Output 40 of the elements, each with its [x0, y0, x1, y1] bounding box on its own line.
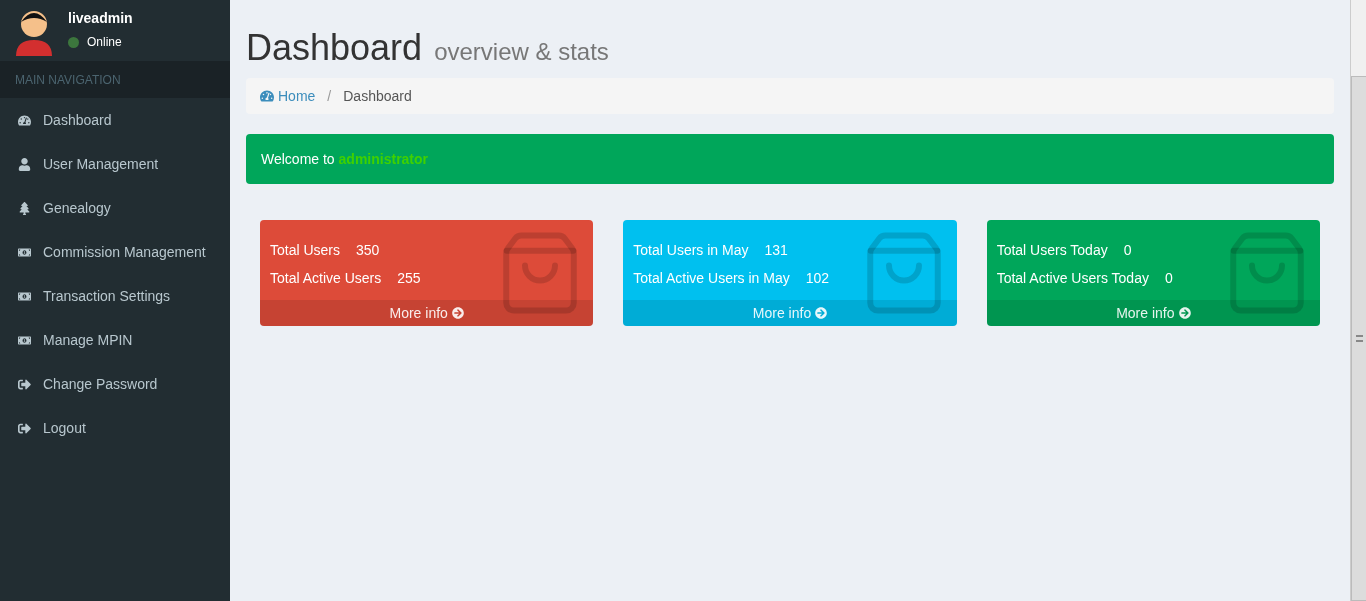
nav-item[interactable]: Change Password — [0, 362, 230, 406]
dashboard-icon — [260, 89, 274, 103]
stat-label: Total Users Today — [996, 240, 1108, 260]
more-info-link[interactable]: More info — [260, 300, 594, 326]
breadcrumb-separator: / — [326, 86, 333, 106]
nav-item[interactable]: Commission Management — [0, 230, 230, 274]
nav-item[interactable]: User Management — [0, 142, 230, 186]
stat-value: 102 — [805, 268, 830, 288]
status-label: Online — [87, 34, 122, 51]
stat-value: 255 — [397, 268, 421, 288]
stat-value: 0 — [1164, 268, 1173, 288]
stat-value: 131 — [764, 240, 788, 260]
nav-item[interactable]: Genealogy — [0, 186, 230, 230]
page-title: Dashboard — [246, 30, 423, 66]
sign-out-icon — [18, 421, 31, 435]
more-info-link[interactable]: More info — [986, 300, 1320, 326]
nav-item[interactable]: Transaction Settings — [0, 274, 230, 318]
arrow-right-icon — [815, 307, 828, 319]
user-icon — [18, 157, 31, 171]
stat-value: 350 — [356, 240, 380, 260]
sign-out-icon — [18, 377, 31, 391]
stat-label: Total Users — [270, 240, 341, 260]
stat-label: Total Users in May — [633, 240, 749, 260]
stat-label: Total Active Users Today — [996, 268, 1149, 288]
stat-label: Total Active Users in May — [633, 268, 790, 288]
tree-icon — [18, 201, 31, 215]
stat-label: Total Active Users — [270, 268, 382, 288]
nav-item[interactable]: Manage MPIN — [0, 318, 230, 362]
grip-icon — [1355, 335, 1363, 342]
stat-value: 0 — [1123, 240, 1132, 260]
welcome-message: Welcome to administrator — [261, 149, 429, 169]
arrow-right-icon — [451, 307, 464, 319]
nav-header: MAIN NAVIGATION — [0, 61, 230, 98]
nav-item[interactable]: Dashboard — [0, 98, 230, 142]
user-name: liveadmin — [68, 9, 133, 28]
nav-item[interactable]: Logout — [0, 406, 230, 450]
page-subtitle: overview & stats — [434, 37, 609, 67]
arrow-right-icon — [1178, 307, 1191, 319]
dashboard-icon — [18, 113, 31, 127]
breadcrumb-current: Dashboard — [343, 86, 412, 106]
